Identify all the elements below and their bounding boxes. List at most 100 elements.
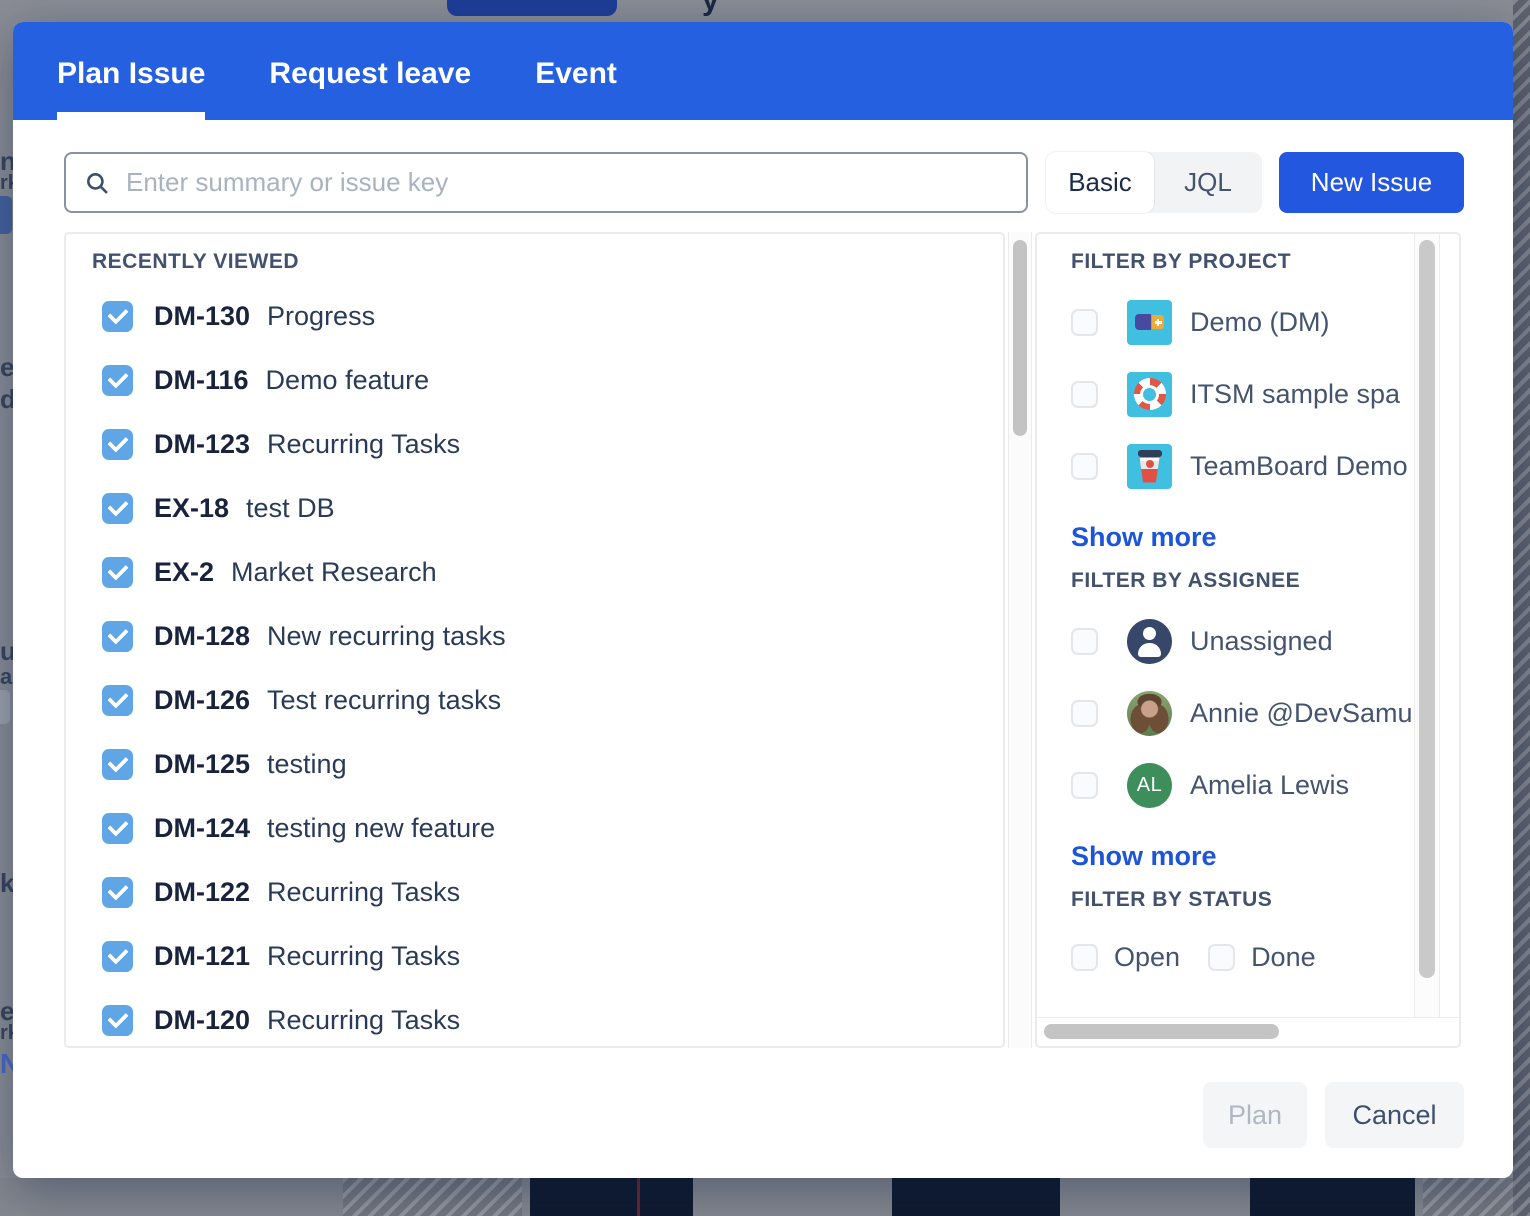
filters-horizontal-scrollbar[interactable]	[1037, 1017, 1459, 1046]
project-name: Demo (DM)	[1190, 307, 1330, 338]
gantt-weekend-column	[343, 1178, 522, 1216]
project-checkbox[interactable]	[1071, 309, 1098, 336]
issue-checkbox-checked[interactable]	[102, 493, 133, 524]
project-checkbox[interactable]	[1071, 381, 1098, 408]
background-text-fragment: y	[702, 0, 719, 18]
issue-key: DM-130	[154, 301, 250, 332]
cancel-button[interactable]: Cancel	[1325, 1082, 1464, 1148]
issue-checkbox-checked[interactable]	[102, 1005, 133, 1036]
project-filter-row[interactable]: TeamBoard Demo	[1071, 430, 1414, 502]
unassigned-person-icon	[1127, 619, 1172, 664]
background-weekend-band	[1513, 0, 1530, 1216]
jql-mode-button[interactable]: JQL	[1154, 152, 1262, 213]
new-issue-button[interactable]: New Issue	[1279, 152, 1464, 213]
issue-checkbox-checked[interactable]	[102, 301, 133, 332]
status-option-label: Open	[1114, 942, 1180, 973]
issue-checkbox-checked[interactable]	[102, 877, 133, 908]
filter-by-status-title: FILTER BY STATUS	[1071, 888, 1414, 912]
issue-row[interactable]: DM-130 Progress	[66, 284, 1003, 348]
issue-key: DM-123	[154, 429, 250, 460]
tab-event[interactable]: Event	[535, 22, 617, 120]
issue-summary: testing	[267, 749, 347, 780]
project-checkbox[interactable]	[1071, 453, 1098, 480]
issue-summary: Market Research	[231, 557, 437, 588]
assignee-checkbox[interactable]	[1071, 700, 1098, 727]
assignee-checkbox[interactable]	[1071, 628, 1098, 655]
status-filter-row: Open Done	[1071, 942, 1414, 973]
issue-summary: Recurring Tasks	[267, 941, 460, 972]
status-option-label: Done	[1251, 942, 1316, 973]
issue-key: DM-120	[154, 1005, 250, 1036]
issue-key: DM-128	[154, 621, 250, 652]
project-filter-row[interactable]: ITSM sample spa	[1071, 358, 1414, 430]
assignee-filter-row[interactable]: AL Amelia Lewis	[1071, 749, 1414, 821]
plan-button[interactable]: Plan	[1203, 1082, 1307, 1148]
issue-row[interactable]: EX-18 test DB	[66, 476, 1003, 540]
filter-by-project-title: FILTER BY PROJECT	[1071, 250, 1414, 274]
issue-summary: New recurring tasks	[267, 621, 506, 652]
gantt-today-line	[637, 1178, 640, 1216]
filters-vertical-scrollbar[interactable]	[1414, 234, 1440, 1046]
show-more-projects-link[interactable]: Show more	[1071, 522, 1217, 553]
query-mode-toggle: Basic JQL	[1046, 152, 1262, 213]
issue-checkbox-checked[interactable]	[102, 685, 133, 716]
issue-row[interactable]: DM-123 Recurring Tasks	[66, 412, 1003, 476]
issue-row[interactable]: DM-120 Recurring Tasks	[66, 988, 1003, 1048]
tab-plan-issue[interactable]: Plan Issue	[57, 22, 205, 120]
issue-checkbox-checked[interactable]	[102, 749, 133, 780]
filter-by-assignee-title: FILTER BY ASSIGNEE	[1071, 569, 1414, 593]
background-pill-fragment	[0, 690, 10, 724]
issue-key: EX-18	[154, 493, 229, 524]
issue-key: DM-116	[154, 365, 249, 396]
assignee-filter-row[interactable]: Unassigned	[1071, 605, 1414, 677]
issue-checkbox-checked[interactable]	[102, 813, 133, 844]
assignee-name: Unassigned	[1190, 626, 1333, 657]
gantt-bar	[1250, 1178, 1415, 1216]
basic-mode-button[interactable]: Basic	[1046, 152, 1154, 213]
issue-checkbox-checked[interactable]	[102, 557, 133, 588]
coffee-cup-icon	[1127, 444, 1172, 489]
status-checkbox[interactable]	[1208, 944, 1235, 971]
issue-row[interactable]: DM-121 Recurring Tasks	[66, 924, 1003, 988]
assignee-checkbox[interactable]	[1071, 772, 1098, 799]
issue-checkbox-checked[interactable]	[102, 941, 133, 972]
issue-summary: Recurring Tasks	[267, 1005, 460, 1036]
issue-row[interactable]: DM-122 Recurring Tasks	[66, 860, 1003, 924]
recently-viewed-title: RECENTLY VIEWED	[92, 250, 1003, 274]
project-filter-row[interactable]: Demo (DM)	[1071, 286, 1414, 358]
filters-vertical-scrollbar-thumb[interactable]	[1419, 240, 1435, 978]
issue-row[interactable]: DM-128 New recurring tasks	[66, 604, 1003, 668]
show-more-assignees-link[interactable]: Show more	[1071, 841, 1217, 872]
issue-row[interactable]: DM-116 Demo feature	[66, 348, 1003, 412]
status-checkbox[interactable]	[1071, 944, 1098, 971]
issue-key: DM-124	[154, 813, 250, 844]
issue-row[interactable]: EX-2 Market Research	[66, 540, 1003, 604]
issue-list-scrollbar-thumb[interactable]	[1013, 240, 1027, 436]
issue-search-box	[64, 152, 1028, 213]
gantt-bar	[892, 1178, 1060, 1216]
issue-list-scrollbar[interactable]	[1008, 232, 1032, 1048]
project-name: TeamBoard Demo	[1190, 451, 1408, 482]
issue-checkbox-checked[interactable]	[102, 621, 133, 652]
filters-horizontal-scrollbar-thumb[interactable]	[1044, 1024, 1279, 1039]
search-input[interactable]	[124, 166, 1026, 199]
avatar	[1127, 691, 1172, 736]
issue-checkbox-checked[interactable]	[102, 365, 133, 396]
assignee-name: Annie @DevSamu	[1190, 698, 1413, 729]
tab-request-leave[interactable]: Request leave	[269, 22, 471, 120]
issue-summary: Test recurring tasks	[267, 685, 501, 716]
issue-row[interactable]: DM-126 Test recurring tasks	[66, 668, 1003, 732]
issue-summary: Progress	[267, 301, 375, 332]
issue-key: DM-125	[154, 749, 250, 780]
issue-summary: Recurring Tasks	[267, 429, 460, 460]
project-name: ITSM sample spa	[1190, 379, 1400, 410]
assignee-filter-row[interactable]: Annie @DevSamu	[1071, 677, 1414, 749]
issue-checkbox-checked[interactable]	[102, 429, 133, 460]
lifebuoy-icon	[1127, 372, 1172, 417]
assignee-name: Amelia Lewis	[1190, 770, 1349, 801]
issue-row[interactable]: DM-124 testing new feature	[66, 796, 1003, 860]
filters-content: FILTER BY PROJECT Demo (DM) ITSM sample …	[1037, 234, 1414, 973]
issue-row[interactable]: DM-125 testing	[66, 732, 1003, 796]
issue-summary: Demo feature	[266, 365, 430, 396]
issue-key: DM-126	[154, 685, 250, 716]
